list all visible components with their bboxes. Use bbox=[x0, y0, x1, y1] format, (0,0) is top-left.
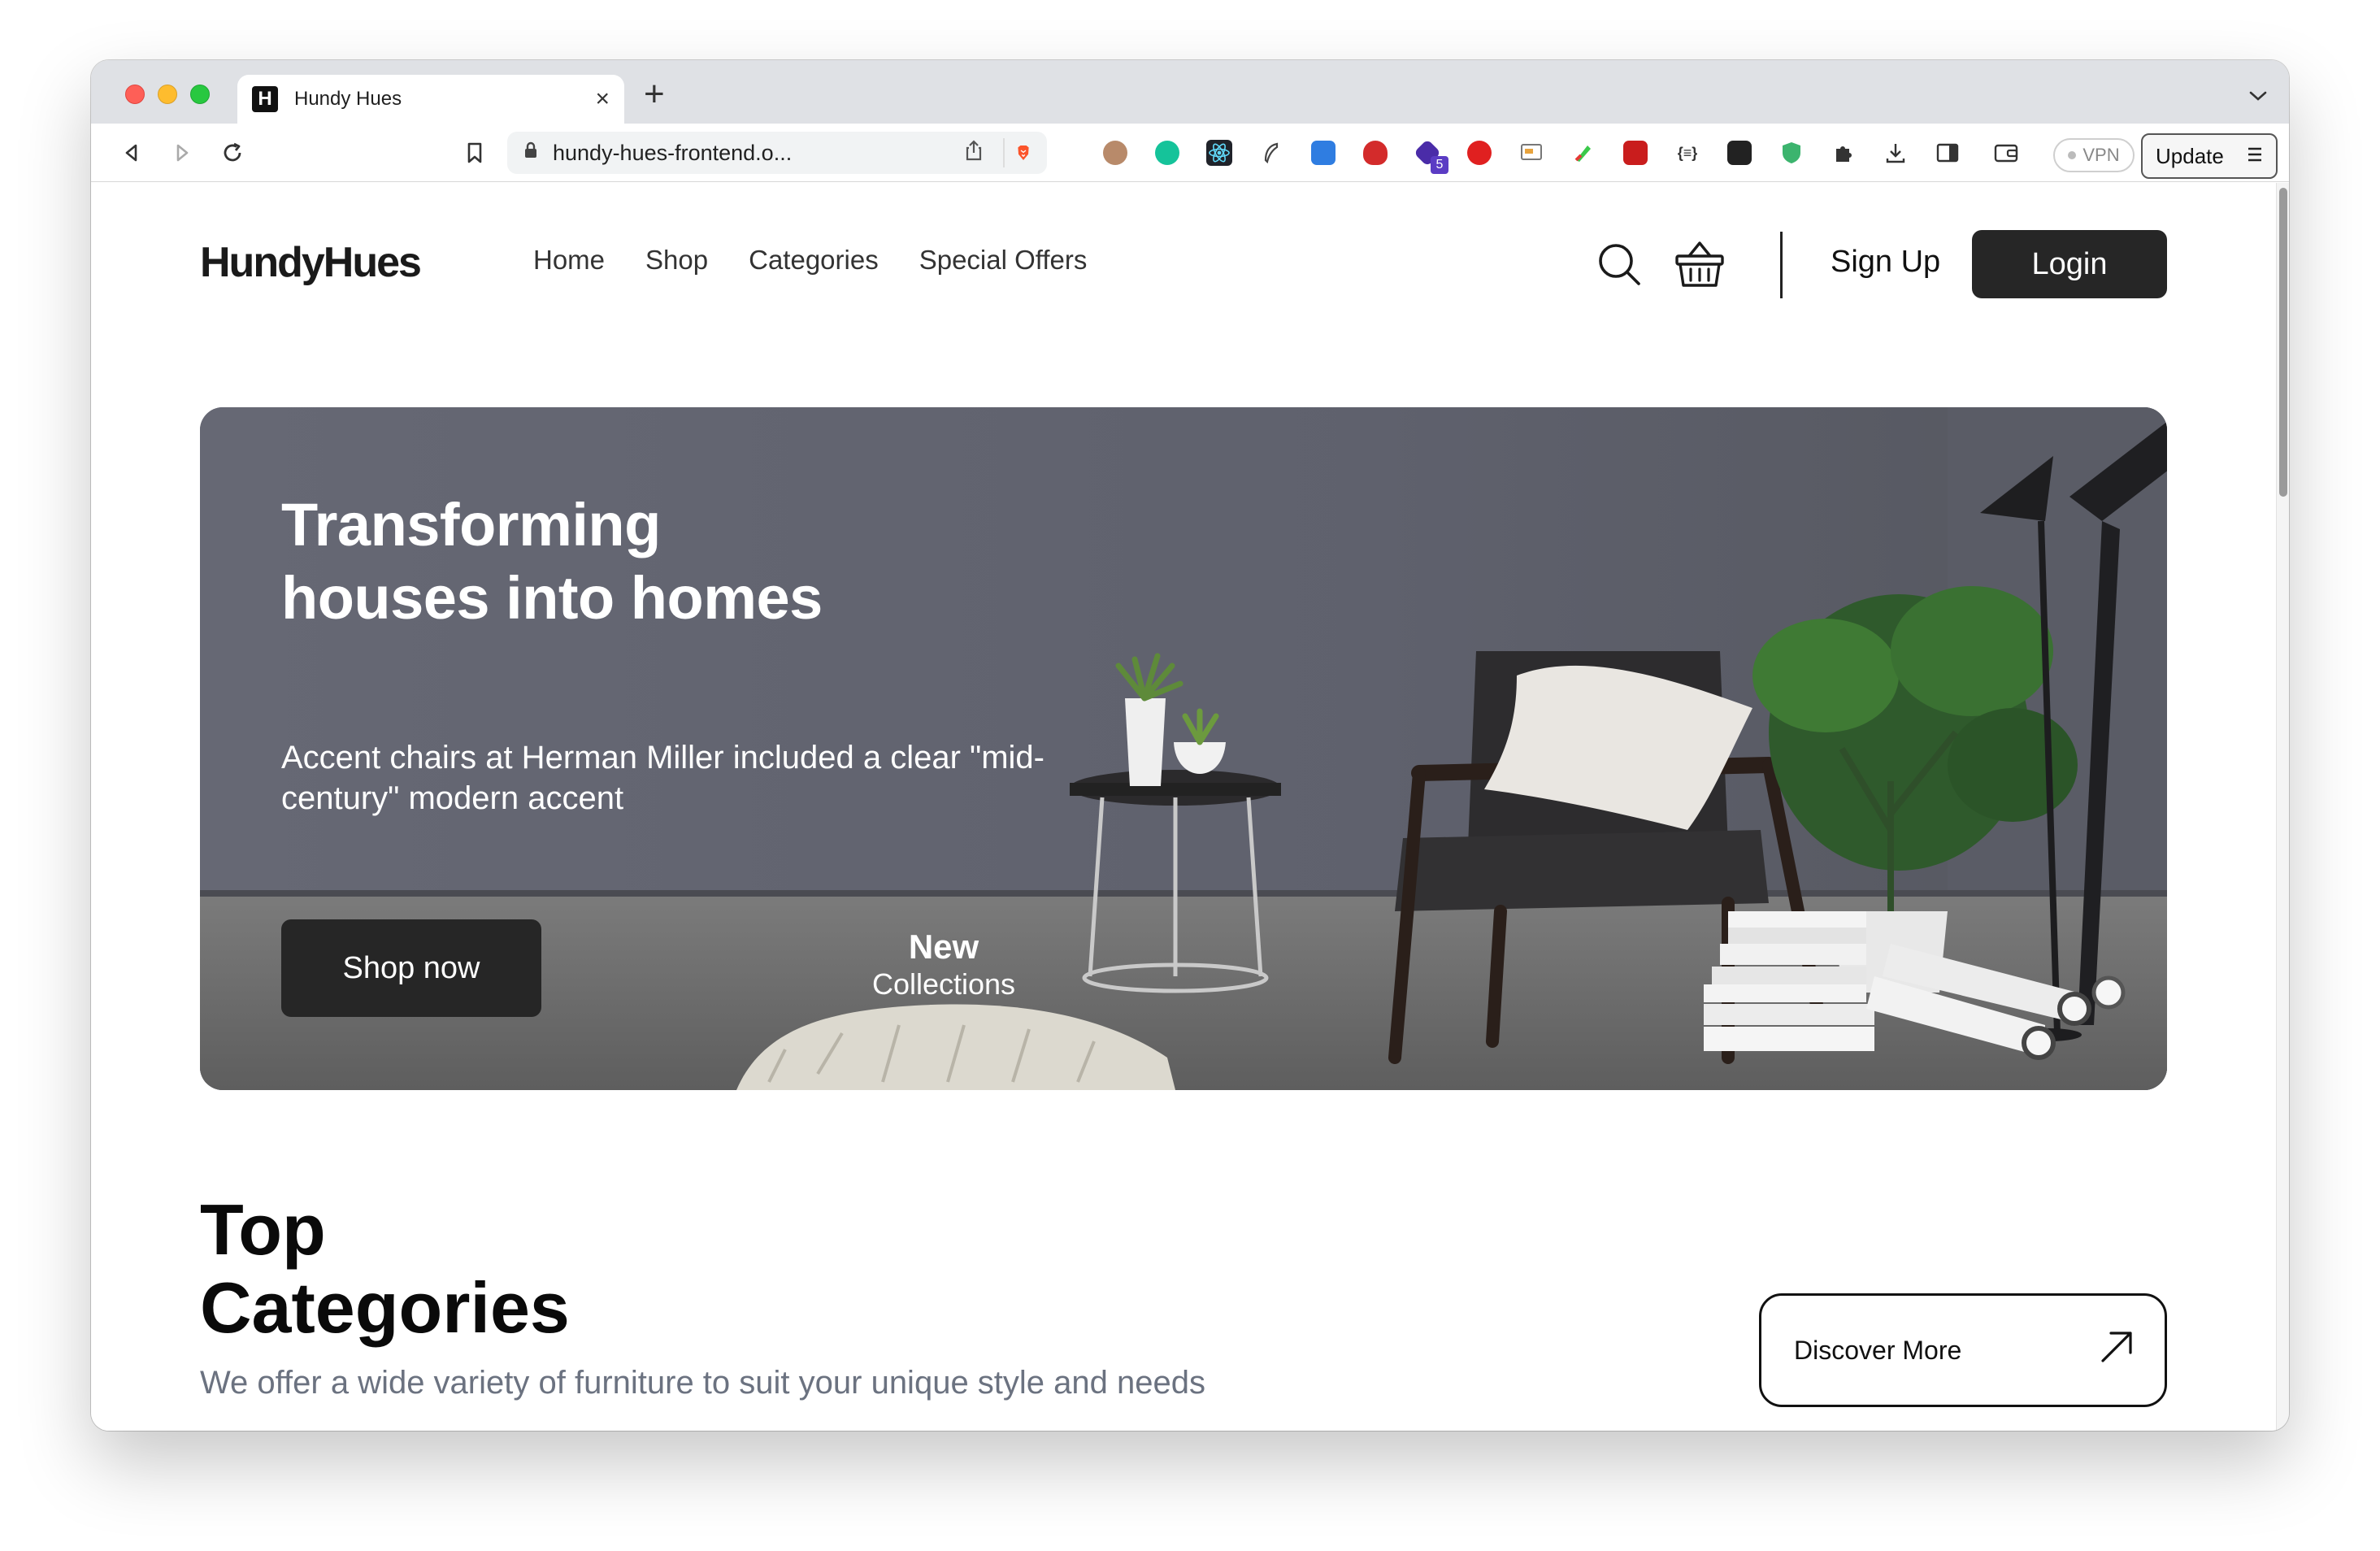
scrollbar-thumb[interactable] bbox=[2279, 188, 2287, 497]
purple-extension-icon[interactable]: 5 bbox=[1409, 135, 1448, 174]
new-tab-button[interactable]: + bbox=[644, 76, 665, 112]
forward-icon[interactable] bbox=[166, 137, 198, 169]
arrow-up-right-icon bbox=[2098, 1328, 2135, 1372]
json-viewer-extension-icon[interactable]: {≡} bbox=[1670, 135, 1705, 171]
new-collections-line1: New bbox=[908, 928, 979, 966]
download-icon[interactable] bbox=[1878, 135, 1913, 171]
tab-title: Hundy Hues bbox=[294, 88, 402, 110]
tab-strip: H Hundy Hues × + bbox=[91, 60, 2289, 124]
close-tab-icon[interactable]: × bbox=[595, 87, 610, 111]
extensions-row: 5 {≡} bbox=[1097, 135, 2024, 174]
nav-link-special-offers[interactable]: Special Offers bbox=[919, 245, 1088, 276]
hero-title: Transforming houses into homes bbox=[281, 491, 823, 632]
main-nav: Home Shop Categories Special Offers bbox=[533, 245, 1087, 276]
nav-link-shop[interactable]: Shop bbox=[645, 245, 708, 276]
hero-banner: Transforming houses into homes Accent ch… bbox=[200, 407, 2167, 1090]
share-icon[interactable] bbox=[964, 139, 984, 167]
page-scrollbar[interactable] bbox=[2276, 183, 2289, 1431]
bookmark-icon[interactable] bbox=[458, 137, 491, 169]
sidebar-toggle-icon[interactable] bbox=[1930, 135, 1965, 171]
green-shield-extension-icon[interactable] bbox=[1774, 135, 1809, 171]
menu-icon bbox=[2247, 144, 2263, 169]
new-collections-line2: Collections bbox=[871, 967, 1016, 1001]
minimize-window-button[interactable] bbox=[158, 85, 177, 104]
update-label: Update bbox=[2156, 143, 2224, 168]
url-text: hundy-hues-frontend.o... bbox=[553, 140, 793, 165]
tab-search-chevron-icon[interactable] bbox=[2248, 83, 2268, 108]
top-categories-subtitle: We offer a wide variety of furniture to … bbox=[200, 1365, 1205, 1401]
dark-extension-icon[interactable] bbox=[1722, 135, 1757, 171]
site-favicon-icon: H bbox=[252, 86, 278, 112]
login-button[interactable]: Login bbox=[1972, 230, 2167, 298]
web-page: HundyHues Home Shop Categories Special O… bbox=[91, 183, 2276, 1431]
extension-badge: 5 bbox=[1431, 156, 1448, 174]
shop-now-button[interactable]: Shop now bbox=[281, 919, 541, 1017]
lock-icon bbox=[523, 141, 538, 164]
top-categories-heading-line2: Categories bbox=[200, 1267, 570, 1348]
face-extension-icon[interactable] bbox=[1097, 135, 1133, 171]
back-icon[interactable] bbox=[115, 137, 148, 169]
vpn-button[interactable]: VPN bbox=[2053, 138, 2135, 172]
address-bar[interactable]: hundy-hues-frontend.o... bbox=[507, 132, 1047, 174]
red-hand-extension-icon[interactable] bbox=[1461, 135, 1497, 171]
close-window-button[interactable] bbox=[125, 85, 145, 104]
red-pen-extension-icon[interactable] bbox=[1618, 135, 1653, 171]
basket-icon[interactable] bbox=[1673, 237, 1726, 290]
browser-toolbar: hundy-hues-frontend.o... 5 {≡} VPN Updat… bbox=[91, 124, 2289, 182]
nav-link-home[interactable]: Home bbox=[533, 245, 605, 276]
search-icon[interactable] bbox=[1596, 241, 1642, 287]
sign-up-link[interactable]: Sign Up bbox=[1831, 245, 1940, 280]
new-collections-badge[interactable]: New Collections bbox=[850, 928, 1037, 1002]
browser-window: H Hundy Hues × + hundy-hues-frontend.o..… bbox=[91, 60, 2289, 1431]
window-extension-icon[interactable] bbox=[1514, 135, 1549, 171]
vpn-label: VPN bbox=[2082, 145, 2120, 165]
blue-shield-extension-icon[interactable] bbox=[1305, 135, 1341, 171]
wallet-icon[interactable] bbox=[1988, 135, 2024, 171]
browser-tab[interactable]: H Hundy Hues × bbox=[237, 75, 624, 124]
red-brain-extension-icon[interactable] bbox=[1357, 135, 1393, 171]
color-picker-extension-icon[interactable] bbox=[1566, 135, 1601, 171]
site-logo[interactable]: HundyHues bbox=[200, 238, 422, 287]
hero-subtitle: Accent chairs at Herman Miller included … bbox=[281, 740, 1045, 816]
maximize-window-button[interactable] bbox=[190, 85, 210, 104]
nav-link-categories[interactable]: Categories bbox=[749, 245, 879, 276]
reload-icon[interactable] bbox=[216, 137, 249, 169]
vpn-status-dot bbox=[2068, 151, 2077, 159]
top-categories-heading-line1: Top bbox=[200, 1189, 326, 1270]
react-devtools-icon[interactable] bbox=[1201, 135, 1237, 171]
nav-divider bbox=[1780, 232, 1783, 298]
brave-shields-icon[interactable] bbox=[1003, 138, 1031, 167]
discover-more-button[interactable]: Discover More bbox=[1759, 1293, 2167, 1407]
update-button[interactable]: Update bbox=[2141, 133, 2278, 179]
puzzle-extensions-icon[interactable] bbox=[1826, 135, 1861, 171]
grammarly-icon[interactable] bbox=[1149, 135, 1185, 171]
discover-more-label: Discover More bbox=[1794, 1335, 1962, 1365]
feather-extension-icon[interactable] bbox=[1253, 135, 1289, 171]
